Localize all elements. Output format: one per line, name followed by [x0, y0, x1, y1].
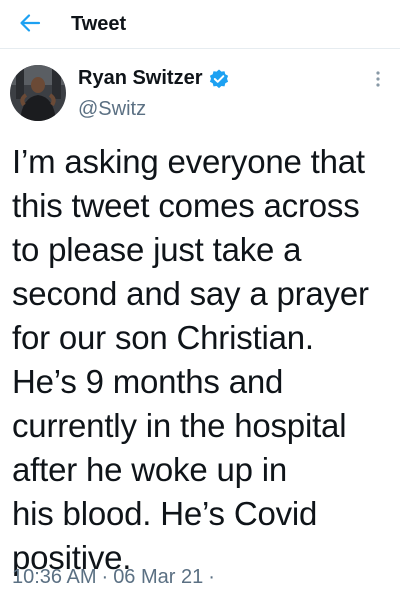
display-name[interactable]: Ryan Switzer — [78, 67, 202, 90]
tweet-page: Tweet Ryan Switzer @Switz I’m asking eve… — [0, 0, 400, 600]
handle[interactable]: @Switz — [78, 98, 146, 121]
tweet-text: I’m asking everyone that this tweet come… — [12, 143, 369, 576]
more-options-button[interactable] — [370, 69, 386, 93]
name-line: Ryan Switzer — [78, 67, 230, 90]
back-button[interactable] — [16, 11, 44, 39]
page-title: Tweet — [71, 13, 127, 35]
meta-separator: · — [101, 566, 109, 588]
more-vertical-icon — [376, 70, 380, 92]
arrow-left-icon — [19, 12, 41, 39]
verified-badge-icon — [208, 68, 230, 90]
author-row: Ryan Switzer @Switz — [0, 59, 400, 129]
tweet-time[interactable]: 10:36 AM — [12, 566, 97, 589]
meta-separator-trailing: · — [208, 566, 215, 588]
tweet-date[interactable]: 06 Mar 21 — [113, 566, 203, 589]
top-bar: Tweet — [0, 0, 400, 49]
tweet-meta: 10:36 AM · 06 Mar 21 · — [12, 566, 220, 589]
avatar[interactable] — [10, 65, 66, 121]
